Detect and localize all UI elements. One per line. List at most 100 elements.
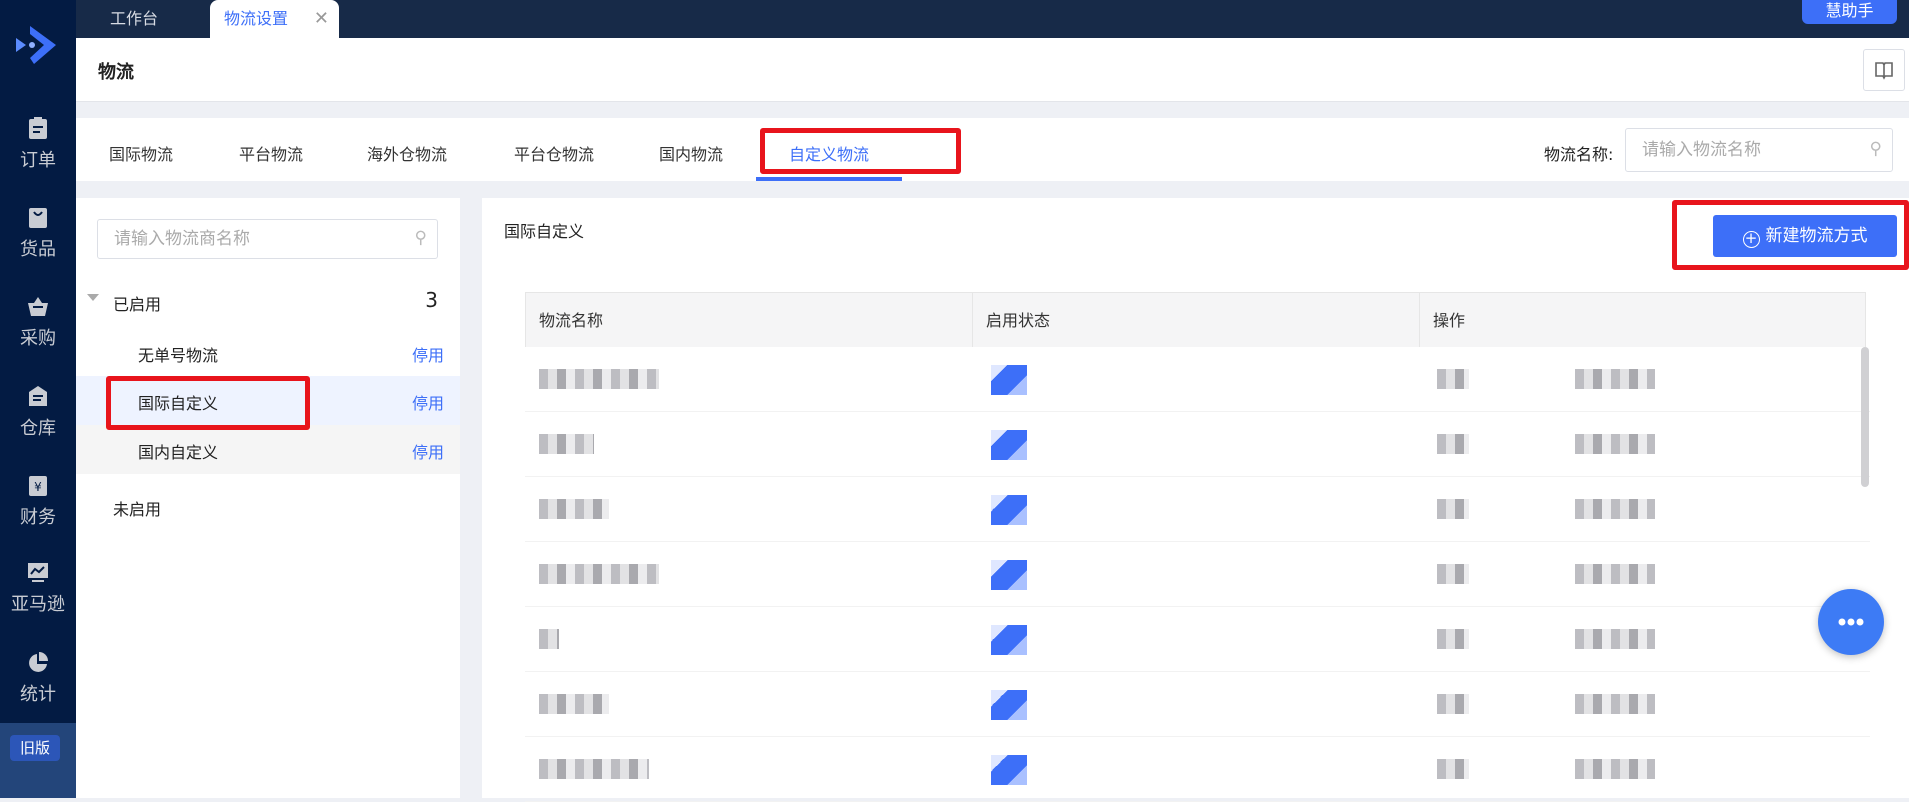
logistics-tabs: 国际物流 平台物流 海外仓物流 平台仓物流 国内物流 自定义物流 物流名称: 请… [76, 118, 1909, 181]
carrier-panel: 请输入物流商名称 ⚲ 已启用 3 无单号物流 停用 国际自定义 停用 国内自定义 停用 … [76, 198, 460, 798]
redacted-action[interactable] [1437, 434, 1469, 454]
redacted-name [539, 369, 659, 389]
carrier-item[interactable]: 无单号物流 停用 [76, 328, 460, 377]
redacted-action[interactable] [1437, 759, 1469, 779]
close-icon[interactable]: ✕ [314, 0, 329, 38]
redacted-status [991, 625, 1027, 655]
redacted-action[interactable] [1437, 369, 1469, 389]
disable-link[interactable]: 停用 [412, 439, 444, 463]
search-placeholder: 请输入物流名称 [1642, 140, 1761, 160]
table-row [525, 477, 1870, 542]
tab-platform[interactable]: 平台物流 [239, 141, 303, 165]
enabled-count: 3 [425, 288, 438, 312]
active-tab-indicator [756, 177, 902, 181]
logistics-table: 物流名称 启用状态 操作 [525, 292, 1870, 802]
tab-logistics-settings[interactable]: 物流设置 ✕ [210, 0, 339, 38]
old-version-button[interactable]: 旧版 [10, 735, 60, 761]
sidebar-item-finance[interactable]: ¥ 财务 [0, 473, 76, 529]
redacted-name [539, 759, 649, 779]
redacted-action[interactable] [1575, 369, 1655, 389]
search-icon[interactable]: ⚲ [1870, 139, 1882, 159]
redacted-action[interactable] [1575, 499, 1655, 519]
table-row [525, 542, 1870, 607]
enabled-group-label[interactable]: 已启用 [113, 291, 161, 315]
helper-button[interactable]: 慧助手 [1802, 0, 1897, 24]
redacted-name [539, 564, 659, 584]
search-placeholder: 请输入物流商名称 [114, 229, 250, 249]
sidebar-item-label: 亚马逊 [11, 594, 65, 615]
tab-workbench[interactable]: 工作台 [110, 0, 158, 38]
tab-international[interactable]: 国际物流 [109, 141, 173, 165]
order-icon [29, 117, 47, 139]
guide-button[interactable] [1863, 49, 1905, 91]
top-tab-bar: 工作台 物流设置 ✕ 慧助手 [76, 0, 1909, 38]
redacted-name [539, 499, 609, 519]
redacted-action[interactable] [1437, 499, 1469, 519]
tab-domestic[interactable]: 国内物流 [659, 141, 723, 165]
redacted-action[interactable] [1575, 434, 1655, 454]
redacted-action[interactable] [1575, 629, 1655, 649]
sidebar-item-stats[interactable]: 统计 [0, 650, 76, 706]
redacted-action[interactable] [1437, 629, 1469, 649]
redacted-status [991, 755, 1027, 785]
redacted-action[interactable] [1437, 694, 1469, 714]
book-icon [1875, 62, 1893, 80]
goods-icon [29, 208, 47, 228]
disable-link[interactable]: 停用 [412, 342, 444, 366]
svg-text:¥: ¥ [34, 480, 42, 494]
sidebar-item-orders[interactable]: 订单 [0, 116, 76, 172]
redacted-action[interactable] [1437, 564, 1469, 584]
sidebar: 订单 货品 采购 仓库 ¥ 财务 亚马逊 统计 旧版 [0, 0, 76, 798]
chat-button[interactable] [1818, 589, 1884, 655]
column-header-status: 启用状态 [973, 292, 1420, 347]
sidebar-item-label: 财务 [20, 507, 56, 528]
warehouse-icon [29, 386, 47, 406]
purchase-icon [28, 297, 48, 316]
section-title: 国际自定义 [504, 222, 585, 241]
redacted-status [991, 560, 1027, 590]
logo-icon[interactable] [10, 22, 66, 68]
disabled-group-label[interactable]: 未启用 [113, 496, 161, 520]
table-row [525, 607, 1870, 672]
sidebar-item-purchase[interactable]: 采购 [0, 294, 76, 350]
redacted-status [991, 495, 1027, 525]
redacted-status [991, 690, 1027, 720]
carrier-name: 无单号物流 [138, 346, 219, 365]
sidebar-item-label: 仓库 [20, 418, 56, 439]
redacted-action[interactable] [1575, 694, 1655, 714]
highlight-box [1672, 200, 1909, 270]
table-row [525, 737, 1870, 802]
redacted-action[interactable] [1575, 564, 1655, 584]
page-header: 物流 [76, 38, 1909, 102]
sidebar-item-goods[interactable]: 货品 [0, 205, 76, 261]
sidebar-item-amazon[interactable]: 亚马逊 [0, 560, 76, 616]
main-panel: 国际自定义 + 新建物流方式 物流名称 启用状态 操作 [482, 198, 1909, 802]
filter-label: 物流名称: [1544, 145, 1614, 164]
tab-platform-warehouse[interactable]: 平台仓物流 [514, 141, 594, 165]
disable-link[interactable]: 停用 [412, 390, 444, 414]
redacted-status [991, 430, 1027, 460]
scrollbar[interactable] [1861, 347, 1869, 487]
redacted-name [539, 694, 609, 714]
redacted-name [539, 629, 559, 649]
column-header-name: 物流名称 [525, 292, 973, 347]
pie-chart-icon [29, 652, 48, 672]
sidebar-item-warehouse[interactable]: 仓库 [0, 384, 76, 440]
carrier-name: 国内自定义 [138, 443, 219, 462]
table-row [525, 347, 1870, 412]
carrier-search-input[interactable]: 请输入物流商名称 ⚲ [97, 219, 438, 259]
page-title: 物流 [98, 62, 134, 83]
caret-down-icon[interactable] [87, 294, 99, 301]
sidebar-item-label: 统计 [20, 684, 56, 705]
carrier-item[interactable]: 国内自定义 停用 [76, 425, 460, 474]
tab-label: 物流设置 [224, 9, 289, 28]
redacted-action[interactable] [1575, 759, 1655, 779]
sidebar-item-label: 货品 [20, 239, 56, 260]
table-row [525, 412, 1870, 477]
tab-overseas-warehouse[interactable]: 海外仓物流 [367, 141, 447, 165]
table-row [525, 672, 1870, 737]
redacted-name [539, 434, 594, 454]
search-icon[interactable]: ⚲ [415, 228, 427, 248]
highlight-box [106, 376, 310, 430]
logistics-name-search[interactable]: 请输入物流名称 ⚲ [1625, 128, 1893, 172]
